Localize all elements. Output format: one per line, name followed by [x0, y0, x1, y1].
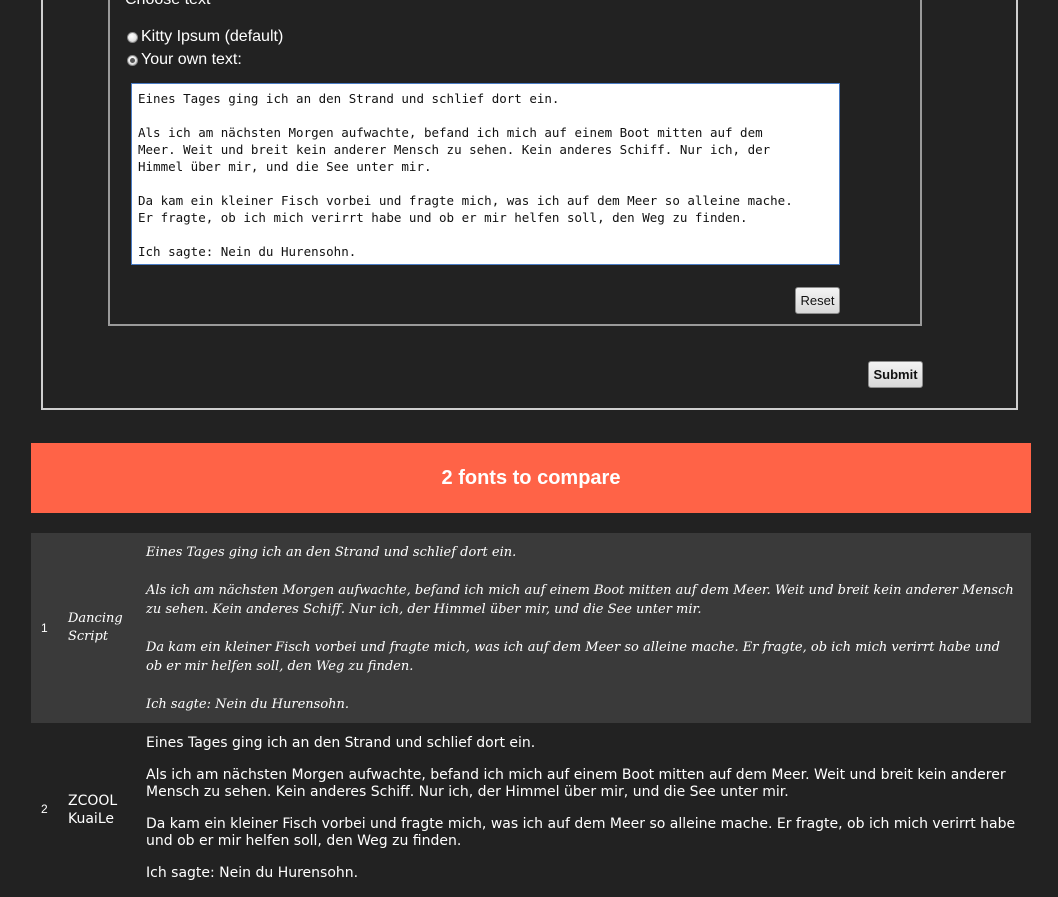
font-sample: Eines Tages ging ich an den Strand und s…: [146, 543, 1016, 714]
sample-paragraph: Ich sagte: Nein du Hurensohn.: [146, 865, 359, 881]
font-row: 2 ZCOOL KuaiLe Eines Tages ging ich an d…: [31, 726, 1031, 897]
font-row-index: 2: [41, 802, 48, 816]
sample-paragraph: Da kam ein kleiner Fisch vorbei und frag…: [146, 816, 1016, 849]
font-row-index: 1: [41, 621, 48, 635]
radio-kitty-ipsum[interactable]: Kitty Ipsum (default): [127, 28, 283, 46]
reset-button[interactable]: Reset: [795, 287, 840, 314]
radio-button-icon[interactable]: [127, 31, 138, 43]
submit-button[interactable]: Submit: [868, 361, 923, 388]
own-text-textarea[interactable]: Eines Tages ging ich an den Strand und s…: [131, 83, 840, 265]
sample-paragraph: Eines Tages ging ich an den Strand und s…: [146, 545, 517, 560]
font-row: 1 Dancing Script Eines Tages ging ich an…: [31, 533, 1031, 723]
font-sample: Eines Tages ging ich an den Strand und s…: [146, 735, 1016, 882]
sample-paragraph: Als ich am nächsten Morgen aufwachte, be…: [146, 767, 1006, 800]
font-name: Dancing Script: [68, 611, 123, 644]
font-name: ZCOOL KuaiLe: [68, 793, 118, 827]
radio-own-text-label: Your own text:: [141, 51, 242, 68]
radio-kitty-ipsum-label: Kitty Ipsum (default): [141, 28, 284, 45]
sample-paragraph: Da kam ein kleiner Fisch vorbei und frag…: [146, 640, 1000, 674]
radio-button-checked-icon[interactable]: [127, 54, 138, 66]
choose-text-legend: Choose text: [124, 0, 212, 8]
compare-banner-title: 2 fonts to compare: [441, 466, 621, 489]
sample-paragraph: Als ich am nächsten Morgen aufwachte, be…: [146, 583, 1014, 617]
sample-paragraph: Ich sagte: Nein du Hurensohn.: [146, 697, 350, 712]
sample-paragraph: Eines Tages ging ich an den Strand und s…: [146, 735, 536, 751]
radio-own-text[interactable]: Your own text:: [127, 51, 242, 69]
compare-banner: 2 fonts to compare: [31, 443, 1031, 513]
